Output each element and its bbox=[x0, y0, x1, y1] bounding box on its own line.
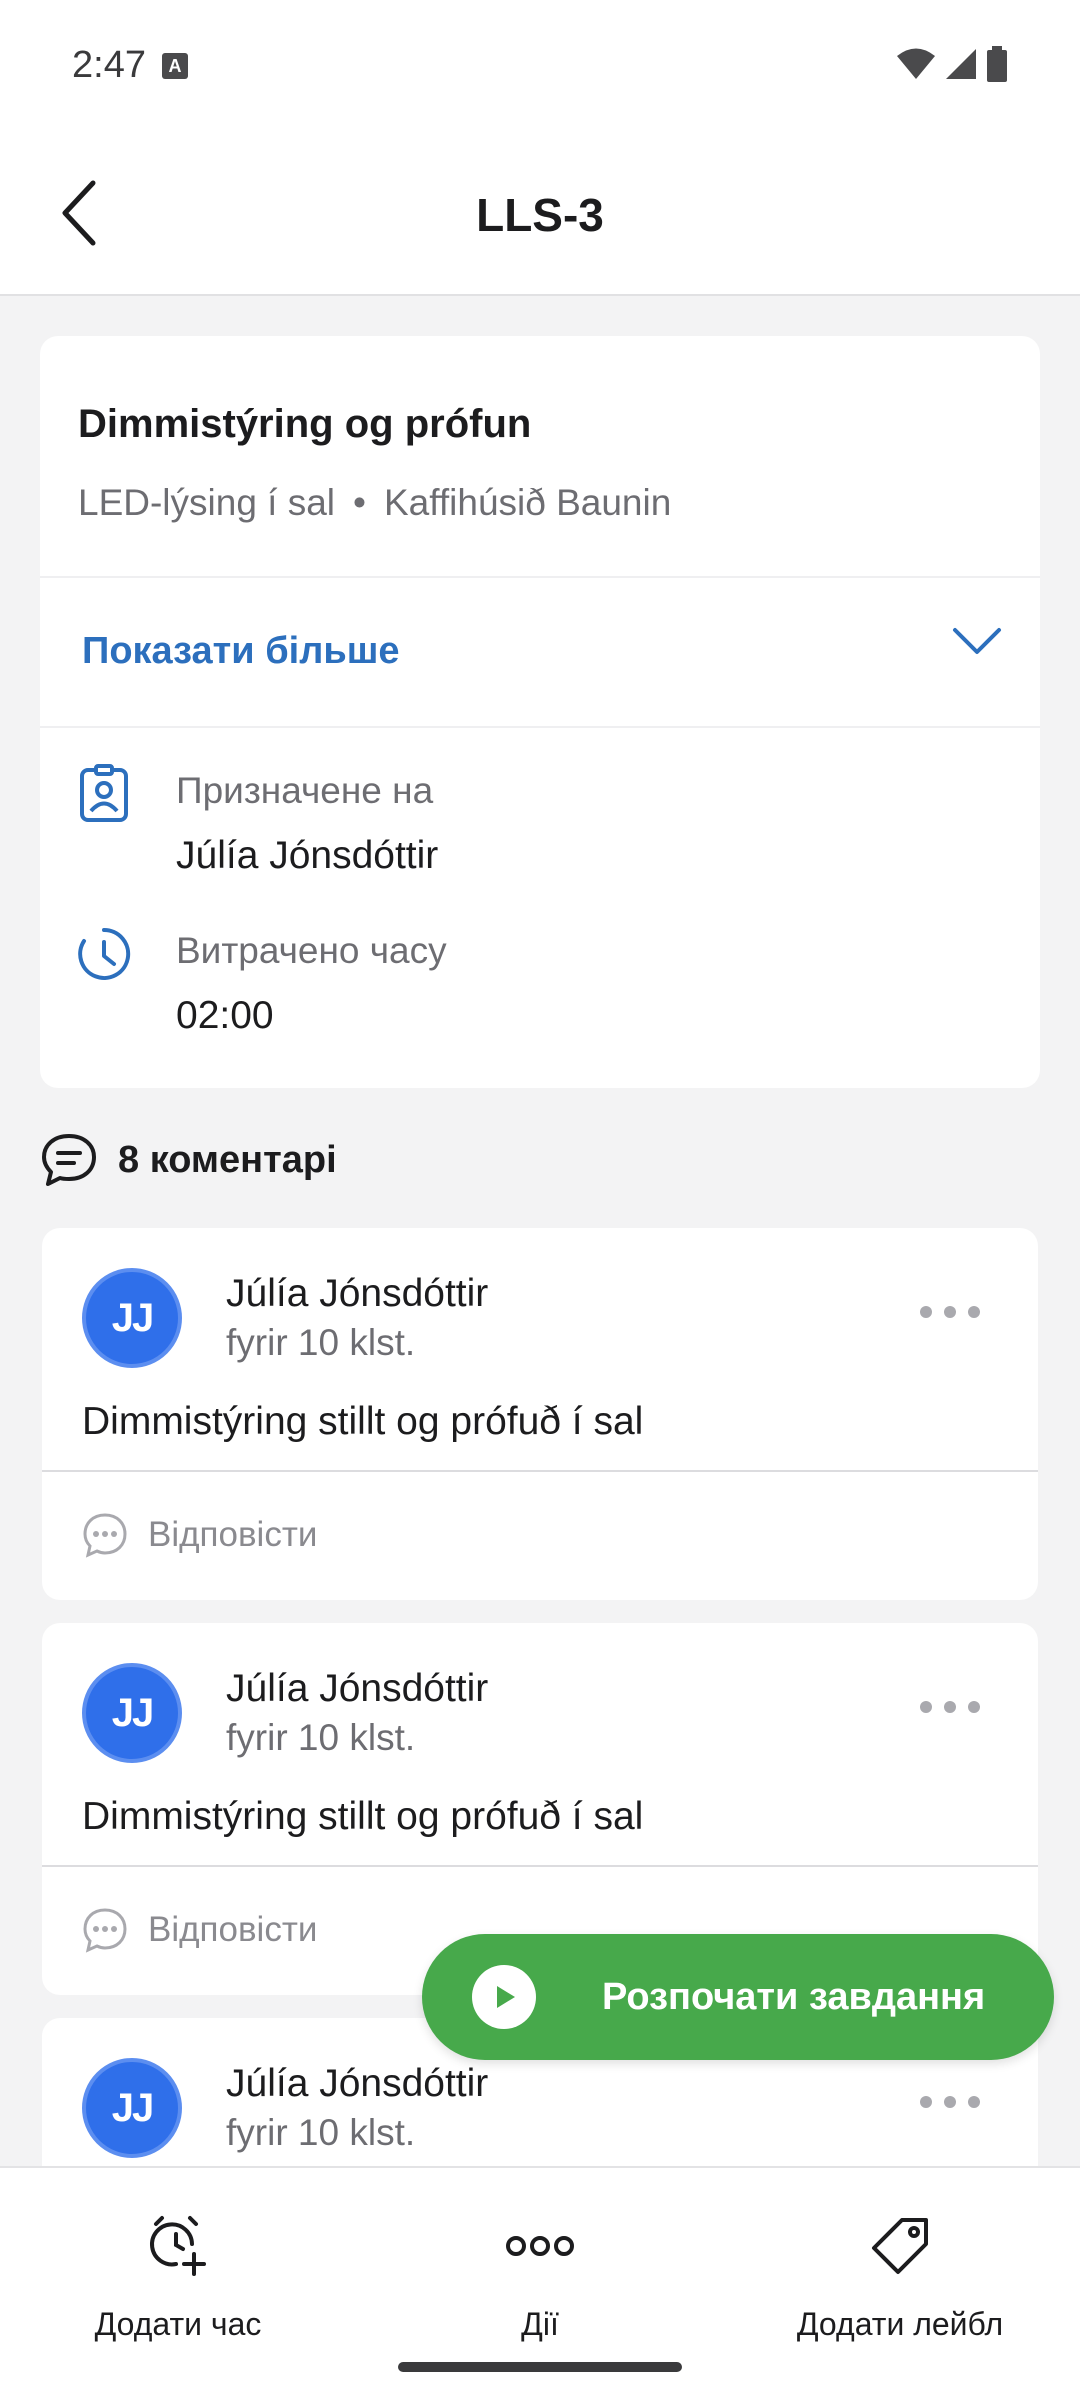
comment-text: Dimmistýring stillt og prófuð í sal bbox=[82, 1400, 644, 1443]
task-location: Kaffihúsið Baunin bbox=[384, 482, 672, 523]
comments-header: 8 коментарі bbox=[40, 1128, 337, 1192]
comment-icon bbox=[42, 1134, 96, 1186]
avatar[interactable]: JJ bbox=[82, 2058, 182, 2158]
actions-button[interactable]: Дії bbox=[390, 2210, 690, 2343]
reply-bubble-icon bbox=[83, 1908, 127, 1953]
comment-time: fyrir 10 klst. bbox=[226, 1717, 416, 1758]
id-badge-icon bbox=[80, 764, 128, 822]
page-title: LLS-3 bbox=[476, 189, 604, 241]
divider bbox=[42, 1470, 1038, 1472]
start-task-label: Розпочати завдання bbox=[602, 1975, 986, 2018]
show-more-toggle[interactable]: Показати більше bbox=[40, 578, 1040, 726]
comment-time: fyrir 10 klst. bbox=[226, 2112, 416, 2153]
status-indicators bbox=[896, 46, 1008, 82]
comments-count: 8 коментарі bbox=[118, 1138, 337, 1181]
task-category: LED-lýsing í sal bbox=[78, 482, 336, 523]
assigned-row: Призначене на Júlía Jónsdóttir bbox=[40, 736, 1040, 877]
comment-text: Dimmistýring stillt og prófuð í sal bbox=[82, 1795, 644, 1838]
comment-author: Júlía Jónsdóttir bbox=[226, 2062, 489, 2105]
alarm-add-icon bbox=[150, 2216, 206, 2276]
assigned-label: Призначене на bbox=[176, 770, 434, 811]
chevron-down-icon bbox=[953, 628, 1001, 654]
reply-button[interactable]: Відповісти bbox=[82, 1907, 317, 1953]
separator-dot: • bbox=[353, 482, 366, 523]
start-task-button[interactable]: Розпочати завдання bbox=[422, 1934, 1054, 2060]
time-spent-row: Витрачено часу 02:00 bbox=[40, 896, 1040, 1037]
more-options-icon[interactable] bbox=[920, 1306, 980, 1318]
add-time-label: Додати час bbox=[94, 2306, 262, 2342]
avatar[interactable]: JJ bbox=[82, 1663, 182, 1763]
divider bbox=[40, 726, 1040, 728]
time-spent-value: 02:00 bbox=[176, 994, 274, 1037]
reply-bubble-icon bbox=[83, 1513, 127, 1558]
add-label-button[interactable]: Додати лейбл bbox=[750, 2210, 1050, 2343]
add-time-button[interactable]: Додати час bbox=[28, 2210, 328, 2343]
reply-button[interactable]: Відповісти bbox=[82, 1512, 317, 1558]
divider bbox=[42, 1865, 1038, 1867]
notification-a-icon: A bbox=[162, 53, 188, 79]
battery-icon bbox=[987, 46, 1007, 82]
status-bar: 2:47 A bbox=[0, 0, 1080, 130]
assigned-value: Júlía Jónsdóttir bbox=[176, 834, 439, 877]
add-label-label: Додати лейбл bbox=[796, 2306, 1004, 2342]
more-options-icon[interactable] bbox=[920, 1701, 980, 1713]
comment-card: JJ Júlía Jónsdóttir fyrir 10 klst. Dimmi… bbox=[42, 1228, 1038, 1600]
wifi-icon bbox=[897, 48, 935, 79]
task-subtitle: LED-lýsing í sal • Kaffihúsið Baunin bbox=[78, 482, 671, 524]
comment-author: Júlía Jónsdóttir bbox=[226, 1667, 489, 1710]
comment-time: fyrir 10 klst. bbox=[226, 1322, 416, 1363]
show-more-label: Показати більше bbox=[82, 630, 400, 672]
app-bar: LLS-3 bbox=[0, 130, 1080, 296]
reply-label: Відповісти bbox=[148, 1515, 318, 1554]
signal-icon bbox=[946, 49, 976, 79]
avatar[interactable]: JJ bbox=[82, 1268, 182, 1368]
more-options-icon[interactable] bbox=[920, 2096, 980, 2108]
clock-icon bbox=[78, 927, 131, 980]
home-indicator[interactable] bbox=[398, 2362, 682, 2372]
tag-icon bbox=[872, 2218, 928, 2274]
task-title: Dimmistýring og prófun bbox=[78, 402, 532, 446]
reply-label: Відповісти bbox=[148, 1910, 318, 1949]
task-card: Dimmistýring og prófun LED-lýsing í sal •… bbox=[40, 336, 1040, 1088]
actions-label: Дії bbox=[521, 2306, 559, 2342]
status-time: 2:47 bbox=[72, 44, 146, 86]
more-horizontal-icon bbox=[506, 2236, 574, 2256]
time-spent-label: Витрачено часу bbox=[176, 930, 447, 971]
comment-author: Júlía Jónsdóttir bbox=[226, 1272, 489, 1315]
play-icon bbox=[472, 1965, 536, 2029]
